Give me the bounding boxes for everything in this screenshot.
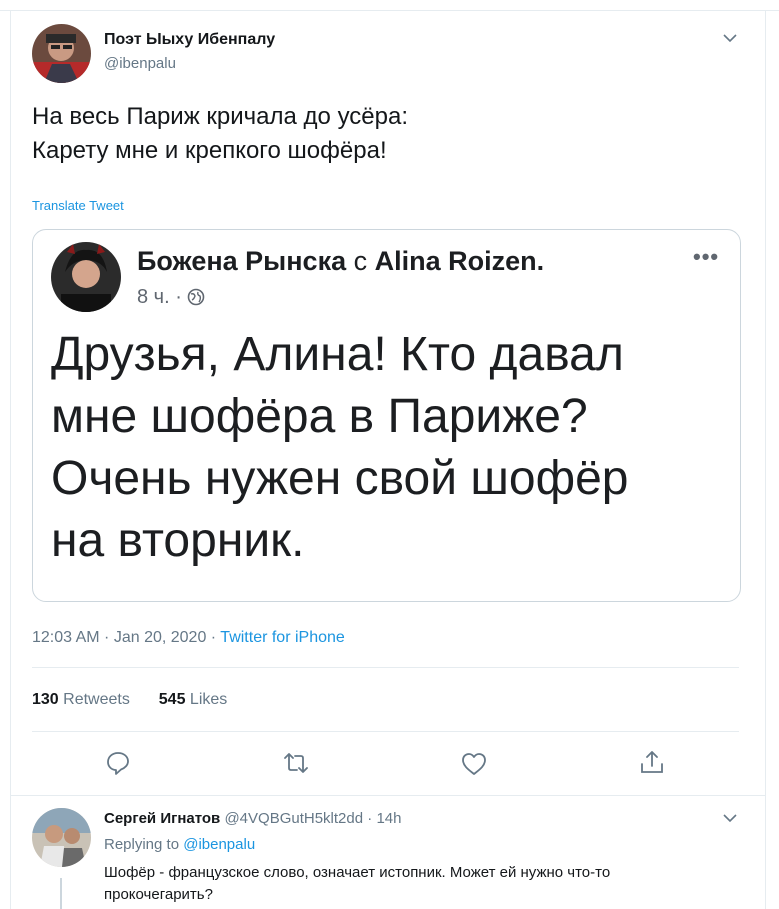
embedded-with-word: с bbox=[353, 246, 368, 276]
globe-icon bbox=[188, 288, 205, 306]
left-border bbox=[10, 10, 11, 909]
embedded-text-line: Друзья, Алина! Кто давал bbox=[51, 328, 624, 381]
top-border bbox=[0, 10, 779, 11]
reply-text-line: прокочегарить? bbox=[104, 886, 213, 903]
tweet-text-line: Карету мне и крепкого шофёра! bbox=[32, 137, 387, 164]
replying-to-handle[interactable]: @ibenpalu bbox=[183, 836, 255, 853]
tweet-text: На весь Париж кричала до усёра: Карету м… bbox=[32, 100, 408, 168]
heart-icon[interactable] bbox=[461, 751, 487, 777]
divider bbox=[32, 667, 739, 668]
translate-tweet-link[interactable]: Translate Tweet bbox=[32, 198, 124, 213]
chevron-down-icon[interactable] bbox=[720, 28, 740, 48]
embedded-text-line: на вторник. bbox=[51, 514, 305, 567]
likes-label: Likes bbox=[189, 691, 228, 708]
reply-text: Шофёр - французское слово, означает исто… bbox=[104, 862, 610, 906]
retweets-count: 130 bbox=[32, 691, 59, 708]
embedded-separator: · bbox=[175, 286, 182, 308]
reply-author-avatar[interactable] bbox=[32, 808, 91, 867]
share-icon[interactable] bbox=[639, 749, 665, 775]
embedded-author-line: Божена Рынска с Alina Roizen. bbox=[137, 246, 544, 277]
replying-label: Replying to bbox=[104, 836, 180, 853]
reply-icon[interactable] bbox=[105, 750, 131, 776]
reply-separator: · bbox=[367, 810, 373, 827]
reply-header: Сергей Игнатов @4VQBGutH5klt2dd · 14h bbox=[104, 810, 401, 827]
retweets-stat[interactable]: 130 Retweets bbox=[32, 691, 130, 708]
author-handle[interactable]: @ibenpalu bbox=[104, 55, 176, 72]
thread-line bbox=[60, 878, 62, 909]
reply-author-handle[interactable]: @4VQBGutH5klt2dd bbox=[224, 810, 363, 827]
reply-author-name[interactable]: Сергей Игнатов bbox=[104, 810, 220, 827]
retweets-label: Retweets bbox=[63, 691, 130, 708]
embedded-image-card[interactable]: Божена Рынска с Alina Roizen. 8 ч. · •••… bbox=[32, 229, 741, 602]
tweet-time[interactable]: 12:03 AM bbox=[32, 629, 100, 646]
replying-to: Replying to @ibenpalu bbox=[104, 836, 255, 853]
embedded-time: 8 ч. bbox=[137, 286, 170, 308]
tweet-date[interactable]: Jan 20, 2020 bbox=[114, 629, 207, 646]
embedded-text-line: мне шофёра в Париже? bbox=[51, 390, 588, 443]
chevron-down-icon[interactable] bbox=[720, 808, 740, 828]
author-name[interactable]: Поэт Ыыху Ибенпалу bbox=[104, 31, 275, 49]
embedded-author-name: Божена Рынска bbox=[137, 246, 347, 276]
author-avatar[interactable] bbox=[32, 24, 91, 83]
tweet-source-link[interactable]: Twitter for iPhone bbox=[220, 629, 345, 646]
embedded-more-icon: ••• bbox=[693, 244, 720, 269]
reply-time[interactable]: 14h bbox=[376, 810, 401, 827]
tweet-stats: 130 Retweets 545 Likes bbox=[32, 691, 227, 709]
right-border bbox=[765, 10, 766, 909]
embedded-meta: 8 ч. · bbox=[137, 286, 205, 309]
likes-count: 545 bbox=[158, 691, 186, 708]
reply-text-line: Шофёр - французское слово, означает исто… bbox=[104, 864, 611, 881]
divider bbox=[10, 795, 766, 796]
tweet-timestamp: 12:03 AM · Jan 20, 2020 · Twitter for iP… bbox=[32, 629, 345, 646]
likes-stat[interactable]: 545 Likes bbox=[159, 691, 228, 708]
embedded-author-avatar bbox=[51, 242, 121, 312]
embedded-post-text: Друзья, Алина! Кто давал мне шофёра в Па… bbox=[51, 324, 628, 572]
embedded-text-line: Очень нужен свой шофёр bbox=[51, 452, 629, 505]
retweet-icon[interactable] bbox=[283, 750, 309, 776]
embedded-tagged-name: Alina Roizen. bbox=[374, 246, 545, 276]
divider bbox=[32, 731, 739, 732]
tweet-text-line: На весь Париж кричала до усёра: bbox=[32, 103, 409, 130]
